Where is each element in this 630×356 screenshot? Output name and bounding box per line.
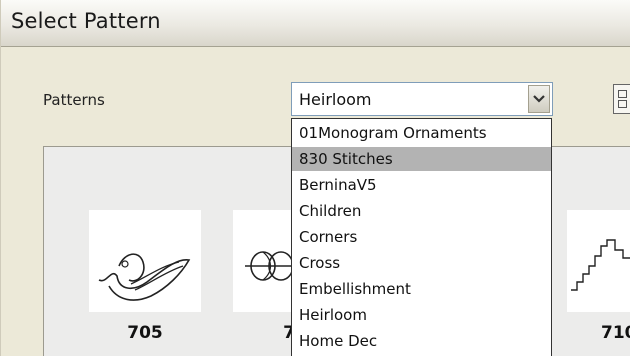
- pattern-tile-label: 705: [127, 323, 163, 343]
- chevron-down-icon[interactable]: [528, 85, 550, 113]
- dropdown-option-children[interactable]: Children: [292, 199, 551, 223]
- patterns-dropdown-list[interactable]: 01Monogram Ornaments 830 Stitches Bernin…: [291, 118, 552, 356]
- dropdown-option-830-stitches[interactable]: 830 Stitches: [292, 147, 551, 171]
- patterns-label: Patterns: [43, 91, 105, 109]
- dialog-title: Select Pattern: [11, 9, 161, 33]
- patterns-combobox-value: Heirloom: [299, 90, 372, 109]
- dropdown-option-cross[interactable]: Cross: [292, 251, 551, 275]
- bird-stitch-icon: [98, 253, 191, 301]
- title-bar[interactable]: Select Pattern: [1, 0, 630, 47]
- dropdown-option-corners[interactable]: Corners: [292, 225, 551, 249]
- step-stitch-icon: [571, 239, 630, 291]
- dropdown-option-berninav5[interactable]: BerninaV5: [292, 173, 551, 197]
- dropdown-option-heirloom[interactable]: Heirloom: [292, 303, 551, 327]
- patterns-combobox[interactable]: Heirloom: [291, 82, 553, 116]
- dropdown-option-home-dec[interactable]: Home Dec: [292, 329, 551, 353]
- pattern-tile-705[interactable]: [89, 210, 201, 312]
- pattern-tile-label: 710: [601, 323, 630, 343]
- dropdown-option-01monogram[interactable]: 01Monogram Ornaments: [292, 121, 551, 145]
- view-toggle-icon[interactable]: [613, 84, 630, 114]
- dropdown-option-embellishment[interactable]: Embellishment: [292, 277, 551, 301]
- select-pattern-dialog: Select Pattern Patterns Heirloom 705 7 7…: [0, 0, 630, 356]
- pattern-tile-710[interactable]: [567, 210, 630, 312]
